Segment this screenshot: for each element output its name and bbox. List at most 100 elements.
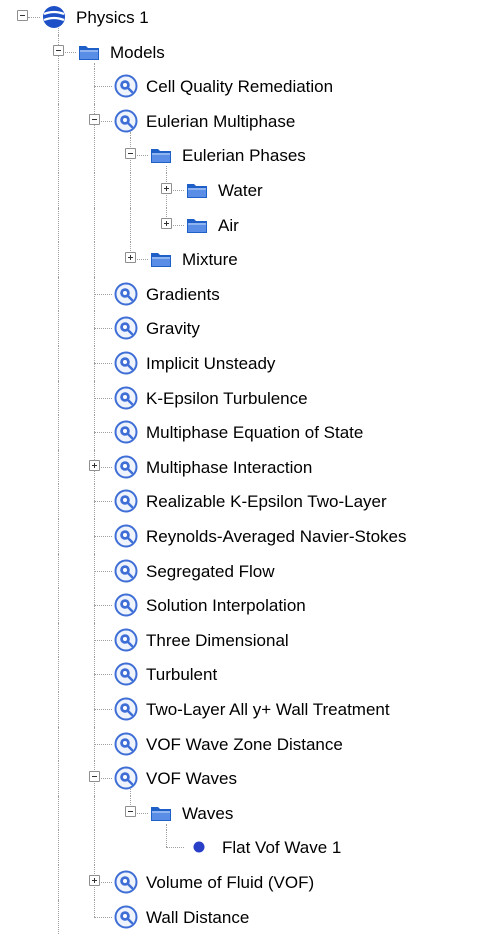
tree-node-label: Turbulent: [146, 665, 218, 685]
tree-guide-line: [94, 293, 112, 295]
model-icon: [114, 662, 138, 686]
tree-guide-line: [94, 207, 95, 243]
tree-node-label: Multiphase Equation of State: [146, 423, 364, 443]
tree-guide-line: [58, 657, 59, 692]
tree-node-cell-quality-remediation[interactable]: Cell Quality Remediation: [0, 69, 494, 104]
tree-node-label: Gradients: [146, 284, 220, 304]
tree-guide-line: [94, 62, 95, 70]
tree-guide-line: [58, 242, 59, 277]
folder-icon: [150, 804, 172, 822]
tree-guide-line: [58, 276, 59, 312]
expand-toggle[interactable]: [125, 252, 136, 264]
tree-guide-line: [94, 501, 112, 503]
tree-guide-line: [28, 17, 40, 18]
tree-node-gravity[interactable]: Gravity: [0, 311, 494, 346]
tree-node-k-epsilon-turbulence[interactable]: K-Epsilon Turbulence: [0, 380, 494, 416]
tree-node-eulerian-multiphase[interactable]: Eulerian Multiphase: [0, 103, 494, 139]
model-icon: [114, 351, 138, 375]
collapse-toggle[interactable]: [53, 44, 64, 56]
collapse-toggle[interactable]: [89, 771, 100, 783]
collapse-toggle[interactable]: [125, 805, 136, 817]
tree-guide-line: [94, 138, 95, 173]
tree-node-two-layer-all-y-wall-treatment[interactable]: Two-Layer All y+ Wall Treatment: [0, 692, 494, 727]
tree-node-solution-interpolation[interactable]: Solution Interpolation: [0, 588, 494, 623]
tree-guide-line: [58, 103, 59, 139]
tree-node-segregated-flow[interactable]: Segregated Flow: [0, 553, 494, 589]
physics-sphere-icon: [42, 5, 66, 29]
collapse-toggle[interactable]: [125, 148, 136, 160]
collapse-toggle[interactable]: [89, 113, 100, 125]
tree-guide-line: [58, 449, 59, 485]
tree-guide-line: [94, 639, 112, 641]
tree-guide-line: [166, 847, 184, 849]
tree-node-turbulent[interactable]: Turbulent: [0, 657, 494, 692]
tree-node-wall-distance[interactable]: Wall Distance: [0, 899, 494, 935]
tree-guide-line: [94, 743, 112, 745]
tree-node-gradients[interactable]: Gradients: [0, 276, 494, 312]
tree-node-label: Realizable K-Epsilon Two-Layer: [146, 492, 387, 512]
tree-guide-line: [58, 484, 59, 519]
model-icon: [114, 697, 138, 721]
tree-node-mixture[interactable]: Mixture: [0, 242, 494, 277]
tree-node-models[interactable]: Models: [0, 34, 494, 70]
tree-guide-line: [94, 242, 95, 277]
tree-guide-line: [94, 363, 112, 364]
tree-node-label: VOF Wave Zone Distance: [146, 734, 343, 754]
tree-node-label: Reynolds-Averaged Navier-Stokes: [146, 527, 407, 546]
tree-node-vof-wave-zone-distance[interactable]: VOF Wave Zone Distance: [0, 726, 494, 762]
tree-guide-line: [94, 795, 95, 831]
tree-node-label: Waves: [182, 803, 234, 823]
tree-node-vof-waves[interactable]: VOF Waves: [0, 761, 494, 796]
folder-icon: [186, 181, 208, 199]
model-icon: [114, 732, 138, 756]
tree-guide-line: [58, 588, 59, 623]
tree-guide-line: [58, 553, 59, 589]
tree-node-label: Solution Interpolation: [146, 596, 306, 616]
folder-icon: [150, 250, 172, 268]
model-icon: [114, 766, 138, 790]
tree-node-multiphase-interaction[interactable]: Multiphase Interaction: [0, 449, 494, 485]
tree-node-label: Implicit Unsteady: [146, 354, 276, 373]
tree-node-realizable-k-epsilon-two-layer[interactable]: Realizable K-Epsilon Two-Layer: [0, 484, 494, 519]
tree-guide-line: [58, 311, 59, 346]
tree-node-label: Two-Layer All y+ Wall Treatment: [146, 700, 390, 719]
tree-node-flat-vof-wave-1[interactable]: Flat Vof Wave 1: [0, 830, 494, 865]
tree-node-label: Eulerian Multiphase: [146, 111, 296, 131]
tree-node-reynolds-averaged-navier-stokes[interactable]: Reynolds-Averaged Navier-Stokes: [0, 519, 494, 554]
tree-node-physics-1[interactable]: Physics 1: [0, 0, 494, 35]
tree-node-label: Eulerian Phases: [182, 146, 306, 166]
tree-guide-line: [58, 415, 59, 450]
tree-node-three-dimensional[interactable]: Three Dimensional: [0, 622, 494, 658]
tree-node-water[interactable]: Water: [0, 173, 494, 208]
expand-toggle[interactable]: [89, 875, 100, 886]
simulation-tree: Physics 1 Models Cell Quality Remediation E…: [0, 0, 494, 943]
wave-dot-icon: [192, 840, 206, 854]
model-icon: [114, 386, 138, 410]
tree-node-label: Flat Vof Wave 1: [222, 838, 342, 858]
tree-node-label: Air: [218, 215, 239, 235]
tree-guide-line: [94, 916, 112, 918]
tree-node-multiphase-equation-of-state[interactable]: Multiphase Equation of State: [0, 415, 494, 450]
tree-node-air[interactable]: Air: [0, 207, 494, 243]
tree-node-waves[interactable]: Waves: [0, 795, 494, 831]
model-icon: [114, 870, 138, 894]
model-icon: [114, 74, 138, 98]
tree-guide-line: [58, 830, 59, 865]
model-icon: [114, 628, 138, 652]
tree-guide-line: [58, 346, 59, 381]
model-icon: [114, 593, 138, 617]
tree-node-eulerian-phases[interactable]: Eulerian Phases: [0, 138, 494, 173]
expand-toggle[interactable]: [161, 217, 172, 229]
expand-toggle[interactable]: [161, 183, 172, 194]
expand-toggle[interactable]: [89, 459, 100, 471]
tree-guide-line: [58, 692, 59, 727]
tree-node-volume-of-fluid-vof[interactable]: Volume of Fluid (VOF): [0, 865, 494, 900]
tree-node-implicit-unsteady[interactable]: Implicit Unsteady: [0, 346, 494, 381]
tree-guide-line: [94, 709, 112, 710]
tree-node-label: Mixture: [182, 250, 238, 270]
tree-guide-line: [58, 865, 59, 900]
tree-guide-line: [94, 536, 112, 537]
tree-node-label: Cell Quality Remediation: [146, 77, 334, 97]
collapse-toggle[interactable]: [17, 10, 28, 21]
model-icon: [114, 559, 138, 583]
